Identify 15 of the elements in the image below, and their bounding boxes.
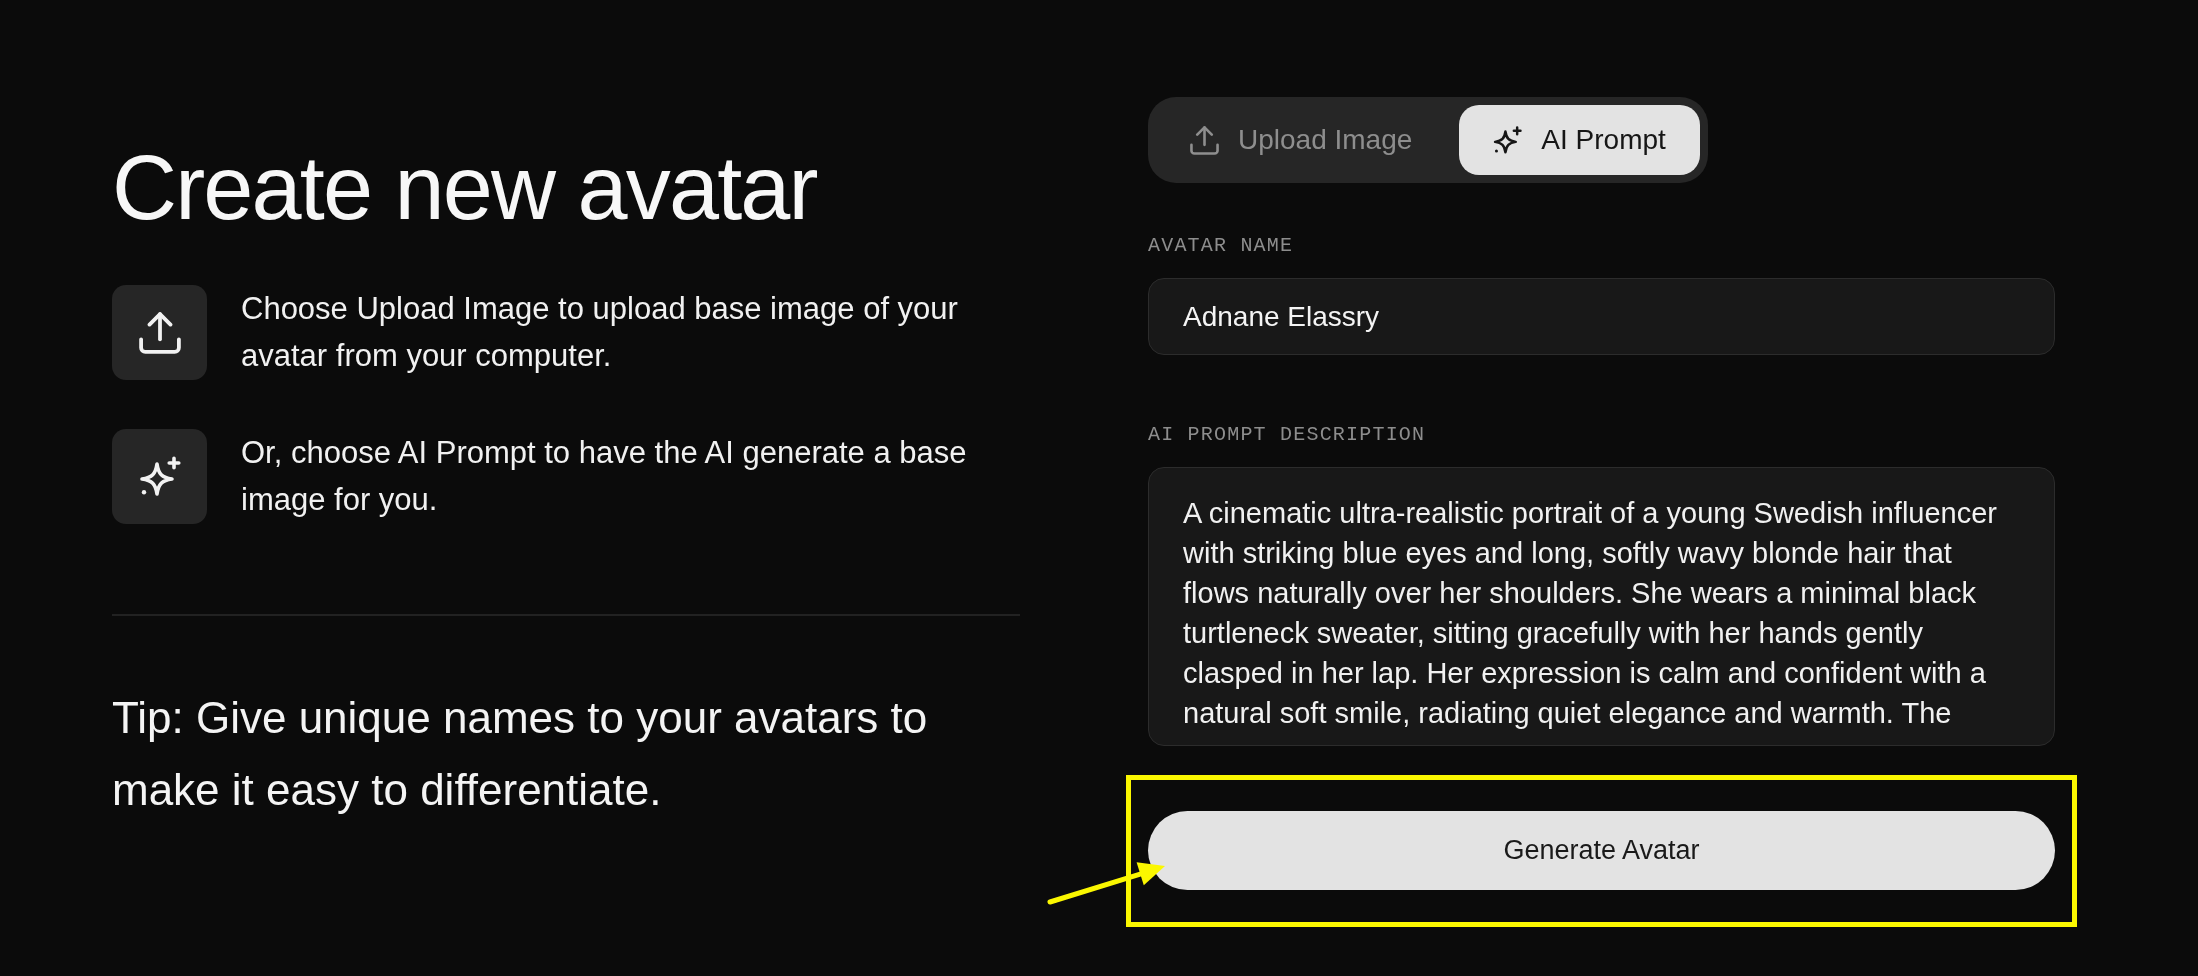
field-label: AI PROMPT DESCRIPTION [1148, 423, 1427, 447]
upload-icon [112, 285, 207, 380]
page-title: Create new avatar [112, 143, 818, 233]
name-input-field[interactable]: Adnane Elassry [1148, 278, 2055, 355]
prompt-text-area[interactable]: A cinematic ultra-realistic portrait of a young Swedish influencer with striking blue eyes and long, softly wavy blonde hair that flows naturally over her shoulders. She wears a minimal black turtleneck sweater, sitting gracefully with her hands gently clasped in her lap. Her expression is calm and confident with a natural soft smile, radiating quiet elegance and warmth. The [1148, 467, 2055, 746]
tab[interactable]: AI Prompt [1459, 105, 1700, 175]
field-label: AVATAR NAME [1148, 234, 1295, 258]
instruction-text: Or, choose AI Prompt to have the AI generate a base image for you. [241, 434, 968, 519]
instruction-text: Choose Upload Image to upload base image of your avatar from your computer. [241, 290, 959, 375]
sparkle-icon [112, 429, 207, 524]
sparkle-icon [1493, 125, 1523, 155]
tip-text: Tip: Give unique names to your avatars to make it easy to differentiate. [112, 692, 929, 816]
upload-icon [1190, 125, 1219, 155]
tab[interactable]: Upload Image [1156, 105, 1447, 175]
generate-avatar-button[interactable]: Generate Avatar [1148, 811, 2055, 890]
